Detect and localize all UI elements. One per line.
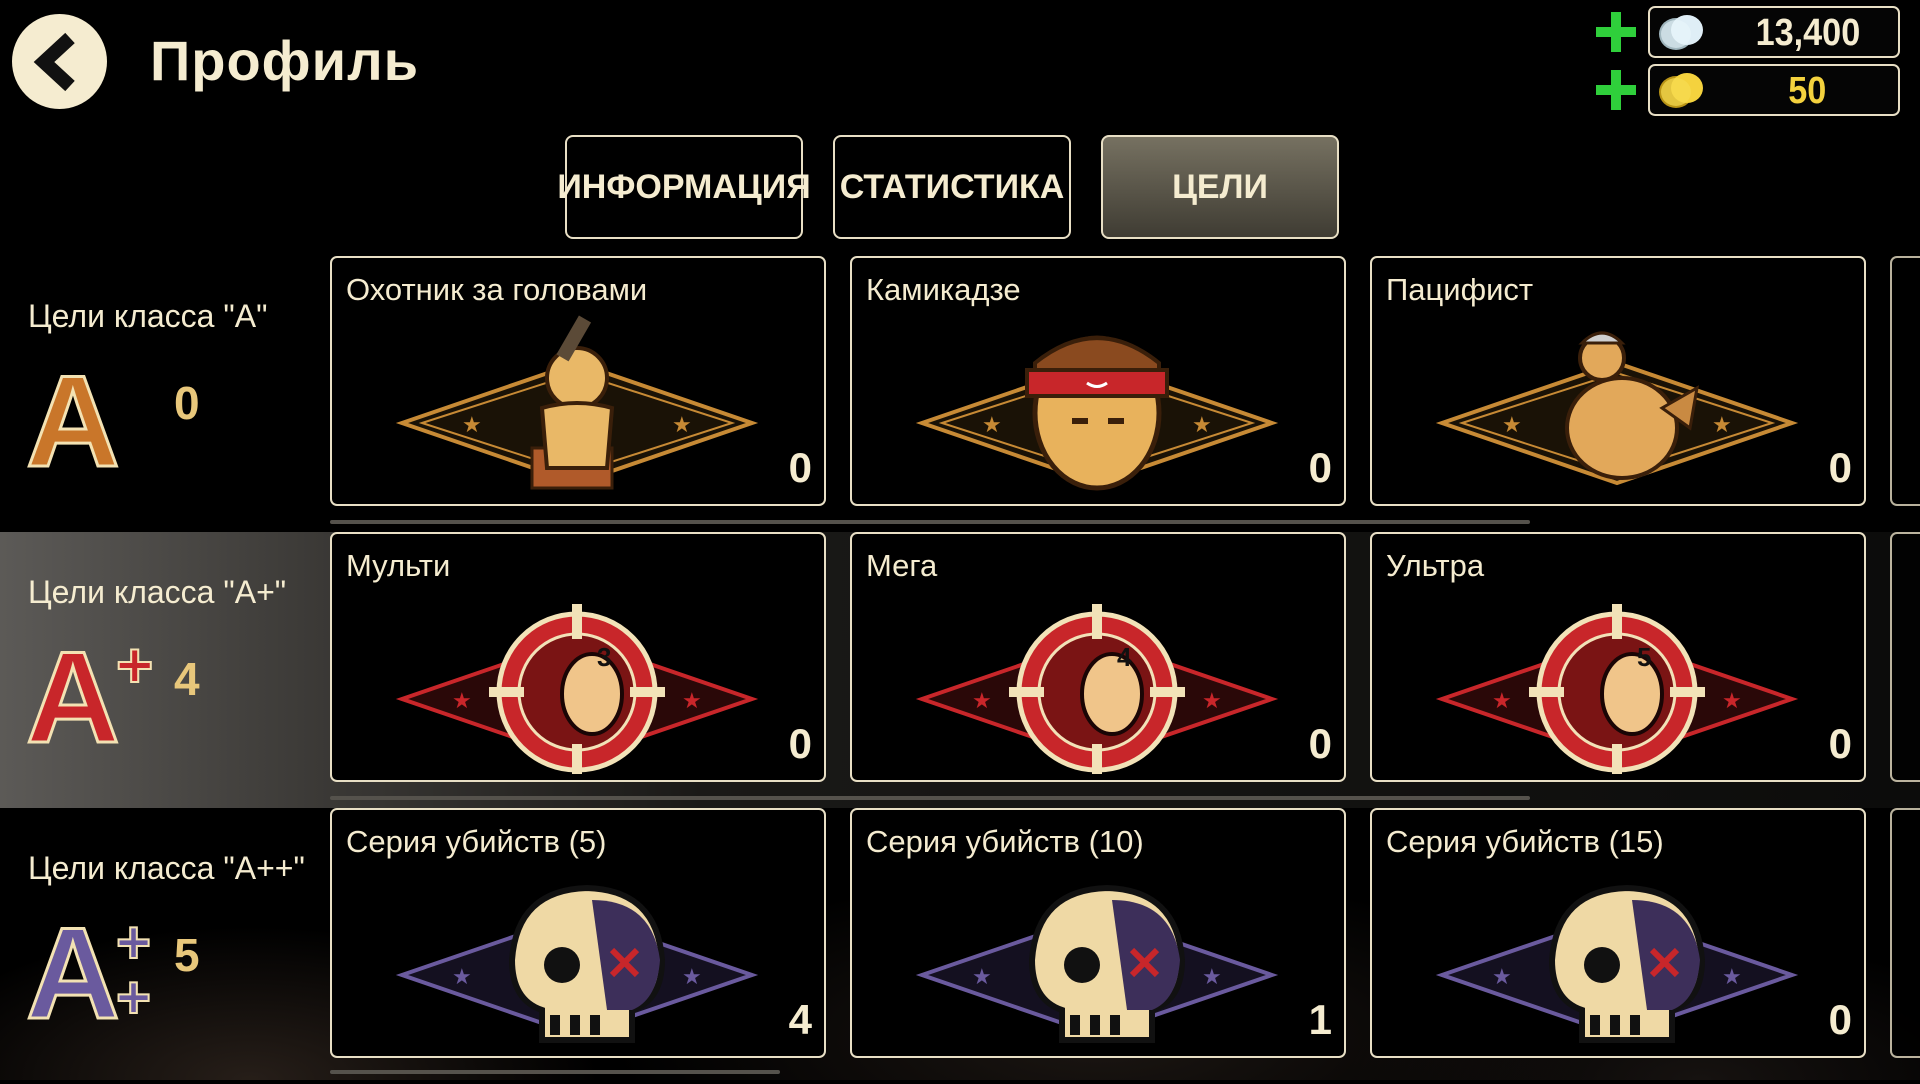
class-name: Цели класса "A++" [28, 850, 305, 886]
pacifist-chicken-icon: ★ ★ [1435, 331, 1799, 486]
svg-text:★: ★ [682, 964, 702, 989]
gold-value: 50 [1787, 70, 1826, 112]
class-name: Цели класса "A" [28, 298, 268, 334]
goal-card-pacifist[interactable]: Пацифист ★ ★ 0 [1370, 256, 1866, 506]
goal-card-next-peek[interactable] [1890, 256, 1920, 506]
class-a-plus-plus-letter-icon: A + + [26, 908, 152, 1028]
goal-title: Серия убийств (15) [1386, 824, 1664, 859]
goal-card-mega[interactable]: Мега ★ ★ 4 0 [850, 532, 1346, 782]
add-silver-plus-icon[interactable] [1592, 8, 1640, 56]
svg-text:★: ★ [1502, 412, 1522, 437]
class-name: Цели класса "A+" [28, 574, 287, 610]
class-count: 4 [174, 653, 200, 705]
goal-title: Охотник за головами [346, 272, 648, 307]
goal-card-kill-streak-15[interactable]: Серия убийств (15) ★ ★ 0 [1370, 808, 1866, 1058]
svg-text:5: 5 [1637, 642, 1651, 672]
svg-text:★: ★ [1202, 964, 1222, 989]
goal-card-multi[interactable]: Мульти ★ ★ 3 0 [330, 532, 826, 782]
multi-kill-5-icon: ★ ★ 5 [1435, 604, 1799, 774]
class-a-plus-letter-icon: A + [26, 632, 154, 752]
svg-text:★: ★ [452, 688, 472, 713]
goal-card-next-peek[interactable] [1890, 808, 1920, 1058]
goal-title: Серия убийств (5) [346, 824, 607, 859]
svg-text:★: ★ [452, 964, 472, 989]
back-button[interactable] [12, 14, 107, 109]
silver-balance-box: 13,400 [1648, 6, 1900, 58]
tab-information[interactable]: ИНФОРМАЦИЯ [557, 135, 811, 239]
tab-bar: ИНФОРМАЦИЯ СТАТИСТИКА ЦЕЛИ [557, 135, 1339, 239]
gold-currency: 50 [1592, 64, 1900, 116]
goal-progress: 0 [788, 720, 812, 767]
goal-card-kill-streak-10[interactable]: Серия убийств (10) ★ ★ 1 [850, 808, 1346, 1058]
svg-text:4: 4 [1117, 642, 1132, 672]
svg-text:★: ★ [462, 412, 482, 437]
tab-statistics[interactable]: СТАТИСТИКА [833, 135, 1071, 239]
svg-text:★: ★ [1192, 412, 1212, 437]
goal-card-kill-streak-5[interactable]: Серия убийств (5) ★ ★ 4 [330, 808, 826, 1058]
page-title: Профиль [150, 29, 420, 92]
svg-text:★: ★ [972, 964, 992, 989]
svg-text:★: ★ [682, 688, 702, 713]
class-a-letter-icon: A [26, 356, 121, 476]
goal-card-kamikaze[interactable]: Камикадзе ★ ★ 0 [850, 256, 1346, 506]
goals-row-class-a-plus: Цели класса "A+" A + 4 Мульти ★ ★ 3 0 Мег… [0, 532, 1920, 808]
goal-progress: 0 [1308, 720, 1332, 767]
add-gold-plus-icon[interactable] [1592, 66, 1640, 114]
svg-text:★: ★ [1722, 688, 1742, 713]
goal-progress: 0 [788, 444, 812, 491]
svg-text:★: ★ [1202, 688, 1222, 713]
svg-text:★: ★ [1712, 412, 1732, 437]
goal-card-next-peek[interactable] [1890, 532, 1920, 782]
svg-text:★: ★ [1492, 964, 1512, 989]
svg-text:A: A [26, 908, 120, 1028]
svg-text:+: + [116, 632, 153, 701]
tab-goals[interactable]: ЦЕЛИ [1101, 135, 1339, 239]
goals-row-class-a: Цели класса "A" A 0 Охотник за головами … [0, 256, 1920, 532]
arrow-left-icon [33, 32, 75, 91]
header: Профиль 13,400 50 [0, 0, 1920, 130]
goal-progress: 0 [1828, 996, 1852, 1043]
goal-progress: 4 [788, 996, 812, 1043]
svg-text:★: ★ [672, 412, 692, 437]
goal-progress: 1 [1308, 996, 1332, 1043]
goals-row-class-a-plus-plus: Цели класса "A++" A + + 5 Серия убийств … [0, 808, 1920, 1084]
goal-progress: 0 [1308, 444, 1332, 491]
svg-text:★: ★ [1722, 964, 1742, 989]
svg-text:★: ★ [972, 688, 992, 713]
goal-card-bounty-hunter[interactable]: Охотник за головами ★ ★ 0 [330, 256, 826, 506]
class-count: 0 [174, 377, 200, 429]
goal-title: Камикадзе [866, 272, 1021, 307]
row-scrollbar[interactable] [330, 796, 1530, 800]
bounty-hunter-icon: ★ ★ [395, 315, 759, 490]
skull-streak-icon: ★ ★ [915, 884, 1279, 1043]
gold-balance-box: 50 [1648, 64, 1900, 116]
gold-coins-icon [1659, 73, 1703, 108]
goal-title: Пацифист [1386, 272, 1534, 307]
svg-text:★: ★ [982, 412, 1002, 437]
skull-streak-icon: ★ ★ [1435, 884, 1799, 1043]
goal-card-ultra[interactable]: Ультра ★ ★ 5 0 [1370, 532, 1866, 782]
goal-progress: 0 [1828, 720, 1852, 767]
multi-kill-3-icon: ★ ★ 3 [395, 604, 759, 774]
svg-text:★: ★ [1492, 688, 1512, 713]
kamikaze-icon: ★ ★ [915, 335, 1279, 491]
silver-value: 13,400 [1755, 12, 1860, 54]
svg-text:A: A [26, 356, 120, 476]
svg-text:3: 3 [597, 642, 611, 672]
silver-coins-icon [1659, 15, 1703, 50]
goal-title: Мега [866, 548, 938, 583]
goal-title: Серия убийств (10) [866, 824, 1144, 859]
silver-currency: 13,400 [1592, 6, 1900, 58]
row-scrollbar[interactable] [330, 1070, 780, 1074]
row-scrollbar[interactable] [330, 520, 1530, 524]
svg-text:A: A [26, 632, 120, 752]
class-count: 5 [174, 929, 200, 981]
goal-progress: 0 [1828, 444, 1852, 491]
goal-title: Мульти [346, 548, 451, 583]
goal-title: Ультра [1386, 548, 1485, 583]
multi-kill-4-icon: ★ ★ 4 [915, 604, 1279, 774]
svg-text:+: + [116, 964, 151, 1028]
skull-streak-icon: ★ ★ [395, 884, 759, 1043]
